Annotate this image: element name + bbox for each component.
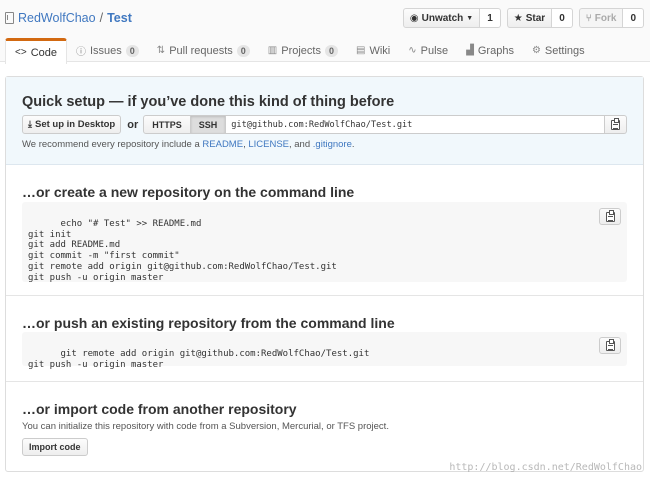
gitignore-link[interactable]: .gitignore: [313, 139, 352, 150]
create-repo-code[interactable]: echo "# Test" >> README.md git init git …: [22, 202, 627, 283]
tab-code[interactable]: <> Code: [5, 38, 67, 64]
fork-button[interactable]: ⑂ Fork: [578, 8, 624, 28]
repo-title: RedWolfChao / Test: [5, 9, 132, 27]
unwatch-button[interactable]: ◉ Unwatch ▼: [402, 8, 481, 28]
tab-counter: 0: [125, 44, 139, 57]
tab-wiki[interactable]: ▤ Wiki: [347, 38, 399, 63]
gear-icon: ⚙: [531, 45, 541, 56]
ssh-toggle[interactable]: SSH: [190, 115, 227, 134]
tab-graphs[interactable]: ▟ Graphs: [457, 38, 523, 63]
setup-panel: Quick setup — if you’ve done this kind o…: [5, 76, 644, 472]
chevron-down-icon: ▼: [466, 14, 474, 22]
watermark: http://blog.csdn.net/RedWolfChao: [449, 462, 642, 473]
graph-icon: ▟: [466, 45, 474, 56]
tab-label: Code: [30, 46, 57, 59]
https-toggle[interactable]: HTTPS: [143, 115, 191, 134]
copy-url-button[interactable]: [605, 115, 627, 134]
fork-action: ⑂ Fork 0: [578, 8, 644, 28]
watch-action: ◉ Unwatch ▼ 1: [402, 8, 501, 28]
import-repo-title: …or import code from another repository: [22, 401, 297, 417]
tab-label: Settings: [544, 44, 585, 57]
import-description: You can initialize this repository with …: [22, 421, 389, 432]
setup-desktop-button[interactable]: ⤓ Set up in Desktop: [22, 115, 122, 134]
tab-pull-requests[interactable]: ⇅ Pull requests 0: [148, 38, 259, 63]
push-repo-commands: git remote add origin git@github.com:Red…: [28, 348, 370, 370]
book-icon: ▤: [356, 45, 366, 56]
watchers-count[interactable]: 1: [480, 8, 501, 28]
tab-counter: 0: [325, 44, 339, 57]
clipboard-icon: [611, 117, 620, 130]
quick-setup-section: Quick setup — if you’ve done this kind o…: [6, 77, 643, 165]
tab-projects[interactable]: ▥ Projects 0: [259, 38, 347, 63]
desktop-download-icon: ⤓: [28, 119, 32, 129]
pull-request-icon: ⇅: [156, 45, 166, 56]
repo-nav-tabs: <> Code ⓘ Issues 0 ⇅ Pull requests 0 ▥ P…: [5, 38, 594, 64]
readme-link[interactable]: README: [202, 139, 243, 150]
tab-label: Issues: [89, 44, 122, 57]
tab-label: Graphs: [477, 44, 514, 57]
forks-count[interactable]: 0: [623, 8, 644, 28]
recommendation-text: We recommend every repository include a …: [22, 139, 355, 150]
issue-icon: ⓘ: [75, 47, 86, 58]
tab-counter: 0: [236, 44, 250, 57]
license-link[interactable]: LICENSE: [248, 139, 289, 150]
star-icon: ★: [513, 12, 523, 24]
push-repo-section: …or push an existing repository from the…: [6, 296, 643, 382]
star-action: ★ Star 0: [506, 8, 573, 28]
create-repo-section: …or create a new repository on the comma…: [6, 165, 643, 296]
push-repo-code[interactable]: git remote add origin git@github.com:Red…: [22, 332, 627, 370]
fork-icon: ⑂: [585, 12, 592, 24]
tab-issues[interactable]: ⓘ Issues 0: [67, 38, 148, 63]
tab-label: Pulse: [420, 44, 449, 57]
eye-icon: ◉: [409, 12, 419, 24]
pulse-icon: ∿: [408, 45, 417, 56]
repo-owner-link[interactable]: RedWolfChao: [18, 11, 96, 25]
setup-desktop-label: Set up in Desktop: [34, 119, 116, 130]
repo-name-link[interactable]: Test: [107, 11, 132, 25]
repo-icon: [5, 12, 14, 24]
copy-create-commands-button[interactable]: [599, 208, 621, 225]
project-icon: ▥: [267, 45, 278, 56]
fork-label: Fork: [594, 12, 617, 24]
copy-push-commands-button[interactable]: [599, 337, 621, 354]
repo-actions: ◉ Unwatch ▼ 1 ★ Star 0 ⑂ Fork 0: [402, 8, 644, 28]
code-icon: <>: [15, 47, 27, 58]
unwatch-label: Unwatch: [421, 12, 464, 24]
star-label: Star: [525, 12, 546, 24]
clone-url-input[interactable]: git@github.com:RedWolfChao/Test.git: [226, 115, 605, 134]
push-repo-title: …or push an existing repository from the…: [22, 315, 395, 331]
import-code-button[interactable]: Import code: [22, 438, 88, 456]
star-button[interactable]: ★ Star: [506, 8, 553, 28]
tab-label: Wiki: [369, 44, 391, 57]
tab-label: Projects: [281, 44, 321, 57]
clipboard-icon: [605, 209, 615, 222]
create-repo-title: …or create a new repository on the comma…: [22, 184, 355, 200]
repo-header: RedWolfChao / Test ◉ Unwatch ▼ 1 ★ Star …: [0, 0, 650, 64]
clipboard-icon: [605, 338, 615, 351]
path-separator: /: [99, 11, 104, 25]
clone-url-row: ⤓ Set up in Desktop or HTTPS SSH git@git…: [22, 115, 627, 134]
quick-setup-title: Quick setup — if you’ve done this kind o…: [22, 94, 395, 110]
tab-pulse[interactable]: ∿ Pulse: [399, 38, 457, 63]
stars-count[interactable]: 0: [552, 8, 573, 28]
or-label: or: [127, 118, 139, 131]
create-repo-commands: echo "# Test" >> README.md git init git …: [28, 218, 337, 283]
tab-label: Pull requests: [169, 44, 233, 57]
tab-settings[interactable]: ⚙ Settings: [523, 38, 594, 63]
